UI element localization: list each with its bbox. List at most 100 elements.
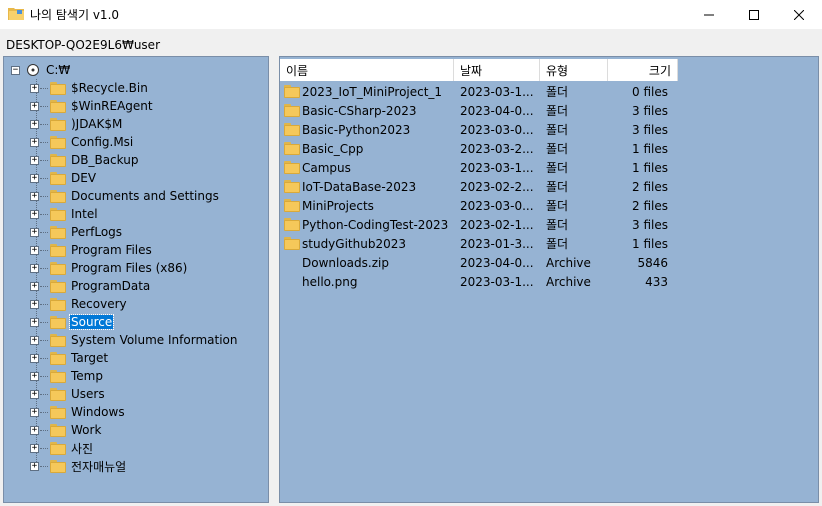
tree-item[interactable]: + 사진 (30, 439, 94, 457)
tree-item[interactable]: + PerfLogs (30, 223, 123, 241)
tree-item[interactable]: + DB_Backup (30, 151, 139, 169)
tree-item[interactable]: + ProgramData (30, 277, 151, 295)
list-row[interactable]: 2023_IoT_MiniProject_1 2023-03-1... 폴더 0 fi… (280, 82, 678, 101)
tree-item-label: Intel (71, 207, 98, 221)
tree-item[interactable]: + Recovery (30, 295, 128, 313)
expand-icon[interactable]: + (30, 245, 39, 255)
file-name: hello.png (302, 274, 358, 289)
tree-item[interactable]: + $Recycle.Bin (30, 79, 149, 97)
expand-icon[interactable]: + (30, 209, 39, 219)
list-cell-name: studyGithub2023 (280, 237, 454, 251)
file-list[interactable]: 이름 날짜 유형 크기 2023_IoT_MiniProject_1 2023-0… (279, 56, 819, 503)
tree-item-label: System Volume Information (71, 333, 238, 347)
expand-icon[interactable]: + (30, 83, 39, 93)
tree-item-label: Temp (71, 369, 103, 383)
expand-icon[interactable]: + (30, 155, 39, 165)
tree-connector (40, 267, 48, 269)
column-header-type[interactable]: 유형 (540, 59, 608, 81)
close-button[interactable] (776, 0, 822, 29)
tree-connector (40, 321, 48, 323)
list-row[interactable]: Basic_Cpp 2023-03-2... 폴더 1 files (280, 139, 678, 158)
list-cell-name: Basic-Python2023 (280, 123, 454, 137)
list-row[interactable]: Campus 2023-03-1... 폴더 1 files (280, 158, 678, 177)
list-row[interactable]: Basic-Python2023 2023-03-0... 폴더 3 files (280, 120, 678, 139)
expand-icon[interactable]: + (30, 281, 39, 291)
list-row[interactable]: Python-CodingTest-2023 2023-02-1... 폴더 3 fi… (280, 215, 678, 234)
tree-item[interactable]: +)JDAK$M (30, 115, 123, 133)
expand-icon[interactable]: + (30, 425, 39, 435)
tree-item[interactable]: + 전자매뉴얼 (30, 457, 127, 475)
list-cell-name: hello.png (280, 275, 454, 289)
tree-connector (40, 411, 48, 413)
expand-icon[interactable]: + (30, 461, 39, 471)
tree-root-drive[interactable]: − C:₩ (11, 61, 71, 79)
folder-icon (50, 135, 66, 149)
list-cell-size: 5846 (637, 255, 668, 270)
expand-icon[interactable]: + (30, 389, 39, 399)
list-row[interactable]: IoT-DataBase-2023 2023-02-2... 폴더 2 files (280, 177, 678, 196)
maximize-icon (749, 9, 759, 20)
folder-icon (50, 207, 66, 221)
expand-icon[interactable]: + (30, 407, 39, 417)
window-title: 나의 탐색기 v1.0 (30, 8, 120, 22)
expand-icon[interactable]: + (30, 119, 39, 129)
tree-item[interactable]: + Work (30, 421, 102, 439)
expand-icon[interactable]: + (30, 173, 39, 183)
list-row[interactable]: Basic-CSharp-2023 2023-04-0... 폴더 3 files (280, 101, 678, 120)
folder-icon (284, 161, 300, 174)
tree-item[interactable]: + $WinREAgent (30, 97, 154, 115)
tree-connector (40, 231, 48, 233)
column-header-size[interactable]: 크기 (608, 59, 678, 81)
tree-item[interactable]: + Program Files (x86) (30, 259, 188, 277)
column-header-date[interactable]: 날짜 (454, 59, 540, 81)
tree-item-label: Config.Msi (71, 135, 134, 149)
list-cell-date: 2023-03-0... (460, 122, 534, 137)
folder-icon (284, 199, 300, 212)
expand-icon[interactable]: + (30, 353, 39, 363)
tree-item[interactable]: + Users (30, 385, 106, 403)
tree-connector (40, 339, 48, 341)
tree-item[interactable]: + Target (30, 349, 109, 367)
tree-item-label: PerfLogs (71, 225, 123, 239)
tree-item[interactable]: + Source (30, 313, 115, 331)
list-row[interactable]: studyGithub2023 2023-01-3... 폴더 1 files (280, 234, 678, 253)
tree-connector (40, 465, 48, 467)
tree-item[interactable]: + Intel (30, 205, 99, 223)
expand-icon[interactable]: + (30, 101, 39, 111)
expand-icon[interactable]: + (30, 137, 39, 147)
folder-icon (50, 423, 66, 437)
folder-tree[interactable]: − C:₩ + $Recycle.Bin + $WinREAgent +)JDAK$M +… (3, 56, 269, 503)
expand-icon[interactable]: + (30, 227, 39, 237)
expand-icon[interactable]: + (30, 299, 39, 309)
tree-item[interactable]: + Program Files (30, 241, 153, 259)
expand-icon[interactable]: + (30, 371, 39, 381)
list-row[interactable]: MiniProjects 2023-03-0... 폴더 2 files (280, 196, 678, 215)
column-header-name[interactable]: 이름 (280, 59, 454, 81)
tree-item[interactable]: + DEV (30, 169, 97, 187)
expand-icon[interactable]: + (30, 263, 39, 273)
tree-item[interactable]: + Windows (30, 403, 126, 421)
expand-icon[interactable]: + (30, 317, 39, 327)
folder-icon (50, 405, 66, 419)
expand-icon[interactable]: + (30, 443, 39, 453)
collapse-icon[interactable]: − (11, 65, 20, 75)
expand-icon[interactable]: + (30, 335, 39, 345)
tree-item-label: Program Files (x86) (71, 261, 188, 275)
tree-item[interactable]: + Config.Msi (30, 133, 134, 151)
tree-item[interactable]: + Documents and Settings (30, 187, 220, 205)
maximize-button[interactable] (731, 0, 777, 29)
tree-item-label: DEV (71, 171, 97, 185)
expand-icon[interactable]: + (30, 191, 39, 201)
list-cell-type: 폴더 (546, 85, 569, 99)
list-header: 이름 날짜 유형 크기 (280, 59, 678, 81)
list-row[interactable]: hello.png 2023-03-1... Archive 433 (280, 272, 678, 291)
close-icon (794, 9, 804, 20)
minimize-button[interactable] (686, 0, 732, 29)
tree-connector (40, 177, 48, 179)
tree-item[interactable]: + System Volume Information (30, 331, 238, 349)
tree-item-label: Windows (71, 405, 125, 419)
file-name: IoT-DataBase-2023 (302, 179, 417, 194)
tree-item[interactable]: + Temp (30, 367, 104, 385)
list-row[interactable]: Downloads.zip 2023-04-0... Archive 5846 (280, 253, 678, 272)
folder-icon (284, 104, 300, 117)
